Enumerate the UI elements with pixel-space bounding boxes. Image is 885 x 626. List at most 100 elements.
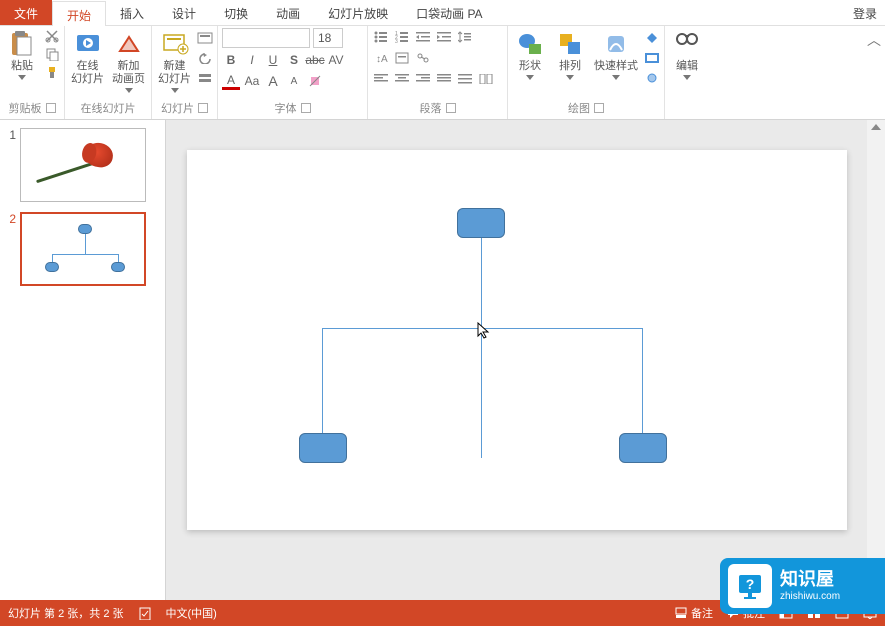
change-case-button[interactable]: Aa <box>243 72 261 90</box>
new-slide-label: 新建 幻灯片 <box>158 60 191 86</box>
add-anim-icon <box>115 30 143 58</box>
online-slides-label: 在线 幻灯片 <box>71 60 104 86</box>
shadow-button[interactable]: S <box>285 51 303 69</box>
notes-button[interactable]: 备注 <box>675 605 713 621</box>
copy-icon[interactable] <box>44 46 60 62</box>
align-right-button[interactable] <box>414 70 432 88</box>
shapes-dropdown-icon <box>526 75 534 81</box>
spellcheck-button[interactable] <box>138 606 152 620</box>
font-size-input[interactable]: 18 <box>313 28 343 48</box>
strike-button[interactable]: abc <box>306 51 324 69</box>
paragraph-group-label: 段落 <box>420 100 442 116</box>
group-font: 18 B I U S abc AV A Aa A A 字体 <box>218 26 368 119</box>
slide-thumbnail-2[interactable] <box>20 212 146 286</box>
tab-file[interactable]: 文件 <box>0 0 52 25</box>
cut-icon[interactable] <box>44 28 60 44</box>
slide-canvas-area[interactable] <box>166 120 867 600</box>
paste-button[interactable]: 粘贴 <box>4 28 40 83</box>
section-icon[interactable] <box>197 70 213 86</box>
paragraph-dialog-launcher[interactable] <box>446 103 456 113</box>
shape-fill-icon[interactable] <box>644 30 660 46</box>
shapes-button[interactable]: 形状 <box>512 28 548 83</box>
underline-button[interactable]: U <box>264 51 282 69</box>
align-center-button[interactable] <box>393 70 411 88</box>
line-spacing-button[interactable] <box>456 28 474 46</box>
new-slide-button[interactable]: 新建 幻灯片 <box>156 28 193 96</box>
new-slide-icon <box>161 30 189 58</box>
reset-icon[interactable] <box>197 50 213 66</box>
group-slides: 新建 幻灯片 幻灯片 <box>152 26 218 119</box>
text-direction-button[interactable]: ↕A <box>372 49 390 67</box>
ribbon: 粘贴 剪贴板 在线 幻灯片 新加 动画页 在线幻灯片 <box>0 26 885 120</box>
tab-bar: 文件 开始 插入 设计 切换 动画 幻灯片放映 口袋动画 PA 登录 <box>0 0 885 26</box>
align-text-button[interactable] <box>393 49 411 67</box>
thumb-number-1: 1 <box>6 128 16 202</box>
paste-icon <box>8 30 36 58</box>
font-color-button[interactable]: A <box>222 72 240 90</box>
editing-button[interactable]: 编辑 <box>669 28 705 83</box>
tab-home[interactable]: 开始 <box>52 1 106 26</box>
paste-dropdown-icon <box>18 75 26 81</box>
org-node-right[interactable] <box>619 433 667 463</box>
bullets-button[interactable] <box>372 28 390 46</box>
font-dialog-launcher[interactable] <box>301 103 311 113</box>
tab-transition[interactable]: 切换 <box>210 0 262 25</box>
increase-indent-button[interactable] <box>435 28 453 46</box>
tab-slideshow[interactable]: 幻灯片放映 <box>314 0 402 25</box>
connector <box>481 328 482 458</box>
svg-text:↕A: ↕A <box>376 54 388 64</box>
add-anim-dropdown-icon <box>125 88 133 94</box>
font-name-input[interactable] <box>222 28 310 48</box>
arrange-button[interactable]: 排列 <box>552 28 588 83</box>
bold-button[interactable]: B <box>222 51 240 69</box>
format-painter-icon[interactable] <box>44 64 60 80</box>
font-shrink-button[interactable]: A <box>285 72 303 90</box>
quick-styles-dropdown-icon <box>612 75 620 81</box>
shape-outline-icon[interactable] <box>644 50 660 66</box>
connector <box>481 238 482 328</box>
layout-icon[interactable] <box>197 30 213 46</box>
logo-icon: ? <box>728 564 772 608</box>
online-slides-group-label: 在线幻灯片 <box>69 99 147 117</box>
drawing-group-label: 绘图 <box>568 100 590 116</box>
org-node-top[interactable] <box>457 208 505 238</box>
slide-canvas[interactable] <box>187 150 847 530</box>
quick-styles-button[interactable]: 快速样式 <box>592 28 640 83</box>
arrange-label: 排列 <box>559 60 581 73</box>
group-paragraph: 123 ↕A 段落 <box>368 26 508 119</box>
scroll-up-button[interactable] <box>871 124 881 130</box>
numbering-button[interactable]: 123 <box>393 28 411 46</box>
connector <box>642 328 643 436</box>
thumb-number-2: 2 <box>6 212 16 286</box>
font-grow-button[interactable]: A <box>264 72 282 90</box>
smartart-button[interactable] <box>414 49 432 67</box>
connector <box>322 328 323 436</box>
clear-format-button[interactable] <box>306 72 324 90</box>
slide-thumbnail-1[interactable] <box>20 128 146 202</box>
collapse-ribbon-button[interactable]: ︿ <box>863 26 885 119</box>
columns-button[interactable] <box>477 70 495 88</box>
slide-counter[interactable]: 幻灯片 第 2 张，共 2 张 <box>8 605 124 621</box>
clipboard-dialog-launcher[interactable] <box>46 103 56 113</box>
group-editing: 编辑 编辑 <box>665 26 709 119</box>
language-indicator[interactable]: 中文(中国) <box>166 605 217 621</box>
vertical-scrollbar[interactable] <box>867 120 885 600</box>
justify-button[interactable] <box>435 70 453 88</box>
distribute-button[interactable] <box>456 70 474 88</box>
drawing-dialog-launcher[interactable] <box>594 103 604 113</box>
char-spacing-button[interactable]: AV <box>327 51 345 69</box>
login-link[interactable]: 登录 <box>845 0 885 25</box>
tab-animation[interactable]: 动画 <box>262 0 314 25</box>
thumbnail-panel: 1 2 <box>0 120 166 600</box>
tab-design[interactable]: 设计 <box>158 0 210 25</box>
italic-button[interactable]: I <box>243 51 261 69</box>
tab-pocket-anim[interactable]: 口袋动画 PA <box>402 0 496 25</box>
tab-insert[interactable]: 插入 <box>106 0 158 25</box>
add-anim-page-button[interactable]: 新加 动画页 <box>110 28 147 96</box>
shape-effects-icon[interactable] <box>644 70 660 86</box>
org-node-left[interactable] <box>299 433 347 463</box>
slides-dialog-launcher[interactable] <box>198 103 208 113</box>
decrease-indent-button[interactable] <box>414 28 432 46</box>
online-slides-button[interactable]: 在线 幻灯片 <box>69 28 106 88</box>
align-left-button[interactable] <box>372 70 390 88</box>
